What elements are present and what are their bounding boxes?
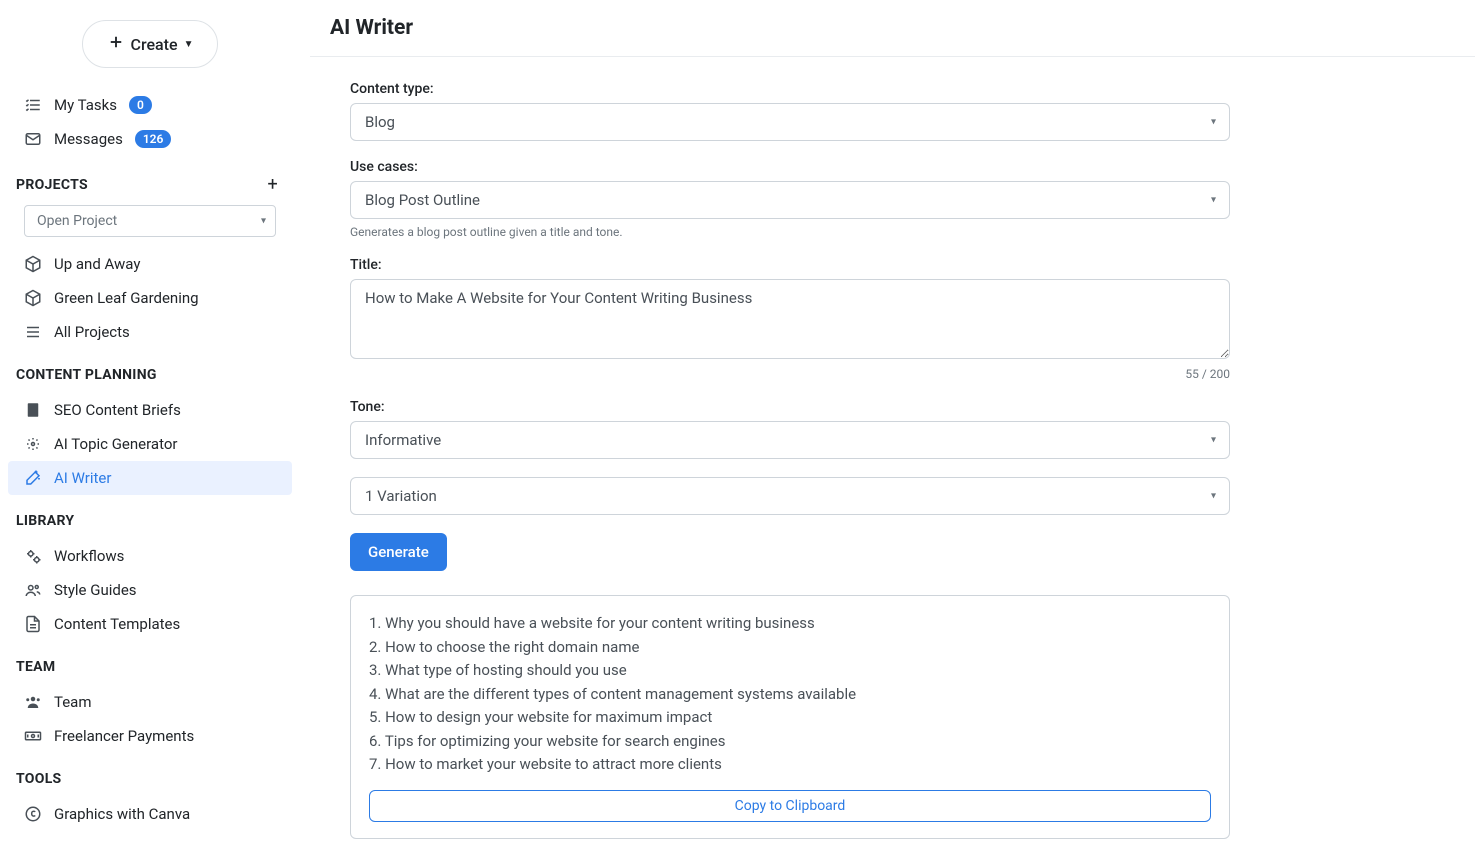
cube-icon [24,255,42,273]
char-counter: 55 / 200 [350,367,1230,381]
sidebar-item-label: Up and Away [54,255,140,273]
create-button-wrap: Create ▼ [0,10,300,88]
list-icon [24,323,42,341]
title-input[interactable] [350,279,1230,359]
sidebar-item-style-guides[interactable]: Style Guides [0,573,300,607]
plus-icon [107,33,125,55]
page-icon [24,401,42,419]
section-header-library: LIBRARY [0,495,300,539]
section-header-projects: PROJECTS + [0,156,300,205]
main-header: AI Writer [310,0,1475,57]
wand-icon [24,469,42,487]
badge-count: 126 [135,130,172,148]
title-group: Title: 55 / 200 [350,257,1230,381]
use-cases-select[interactable]: Blog Post Outline [350,181,1230,219]
sidebar-item-label: AI Writer [54,469,111,487]
content-type-group: Content type: Blog [350,81,1230,141]
canva-icon [24,805,42,823]
main-content-area: AI Writer Content type: Blog Use cases: … [310,0,1475,867]
file-icon [24,615,42,633]
create-button[interactable]: Create ▼ [82,20,219,68]
sidebar-item-templates[interactable]: Content Templates [0,607,300,641]
copy-to-clipboard-button[interactable]: Copy to Clipboard [369,790,1211,822]
sidebar-item-team[interactable]: Team [0,685,300,719]
result-item: 6. Tips for optimizing your website for … [369,730,1211,753]
tasks-icon [24,96,42,114]
sidebar-item-ai-writer[interactable]: AI Writer [8,461,292,495]
result-item: 5. How to design your website for maximu… [369,706,1211,729]
sidebar-item-label: Messages [54,130,123,148]
section-header-tools: TOOLS [0,753,300,797]
open-project-select[interactable]: Open Project [24,205,276,237]
result-list: 1. Why you should have a website for you… [369,612,1211,776]
sidebar-item-label: SEO Content Briefs [54,401,181,419]
form-container: Content type: Blog Use cases: Blog Post … [310,57,1270,867]
result-box: 1. Why you should have a website for you… [350,595,1230,839]
result-item: 1. Why you should have a website for you… [369,612,1211,635]
content-type-select[interactable]: Blog [350,103,1230,141]
sidebar-item-label: Content Templates [54,615,180,633]
sidebar-item-label: All Projects [54,323,130,341]
page-title: AI Writer [330,16,1455,40]
section-header-team: TEAM [0,641,300,685]
money-icon [24,727,42,745]
use-cases-label: Use cases: [350,159,1230,175]
sidebar: Create ▼ My Tasks 0 Messages 126 PROJECT… [0,0,310,867]
tone-group: Tone: Informative [350,399,1230,459]
sidebar-item-canva[interactable]: Graphics with Canva [0,797,300,831]
sidebar-item-label: Team [54,693,92,711]
sidebar-item-seo-briefs[interactable]: SEO Content Briefs [0,393,300,427]
generate-button[interactable]: Generate [350,533,447,571]
sidebar-item-my-tasks[interactable]: My Tasks 0 [0,88,300,122]
tone-label: Tone: [350,399,1230,415]
users-icon [24,581,42,599]
open-project-select-wrap: Open Project [24,205,276,237]
sparkle-icon [24,435,42,453]
sidebar-item-messages[interactable]: Messages 126 [0,122,300,156]
use-cases-helper: Generates a blog post outline given a ti… [350,225,1230,239]
content-type-label: Content type: [350,81,1230,97]
cube-icon [24,289,42,307]
sidebar-item-topic-generator[interactable]: AI Topic Generator [0,427,300,461]
sidebar-item-label: AI Topic Generator [54,435,177,453]
gears-icon [24,547,42,565]
sidebar-item-label: Style Guides [54,581,137,599]
variation-select[interactable]: 1 Variation [350,477,1230,515]
add-project-icon[interactable]: + [261,174,284,195]
team-icon [24,693,42,711]
section-header-content-planning: CONTENT PLANNING [0,349,300,393]
sidebar-item-label: Graphics with Canva [54,805,190,823]
result-item: 4. What are the different types of conte… [369,683,1211,706]
sidebar-item-green-leaf[interactable]: Green Leaf Gardening [0,281,300,315]
use-cases-group: Use cases: Blog Post Outline Generates a… [350,159,1230,239]
sidebar-item-payments[interactable]: Freelancer Payments [0,719,300,753]
sidebar-item-up-and-away[interactable]: Up and Away [0,247,300,281]
sidebar-item-label: Freelancer Payments [54,727,194,745]
sidebar-item-workflows[interactable]: Workflows [0,539,300,573]
sidebar-item-all-projects[interactable]: All Projects [0,315,300,349]
result-item: 3. What type of hosting should you use [369,659,1211,682]
envelope-icon [24,130,42,148]
caret-down-icon: ▼ [184,39,194,50]
result-item: 7. How to market your website to attract… [369,753,1211,776]
tone-select[interactable]: Informative [350,421,1230,459]
badge-count: 0 [129,96,152,114]
sidebar-item-label: Green Leaf Gardening [54,289,199,307]
title-label: Title: [350,257,1230,273]
sidebar-item-label: My Tasks [54,96,117,114]
sidebar-item-label: Workflows [54,547,124,565]
variation-group: 1 Variation [350,477,1230,515]
create-label: Create [131,35,178,54]
result-item: 2. How to choose the right domain name [369,636,1211,659]
